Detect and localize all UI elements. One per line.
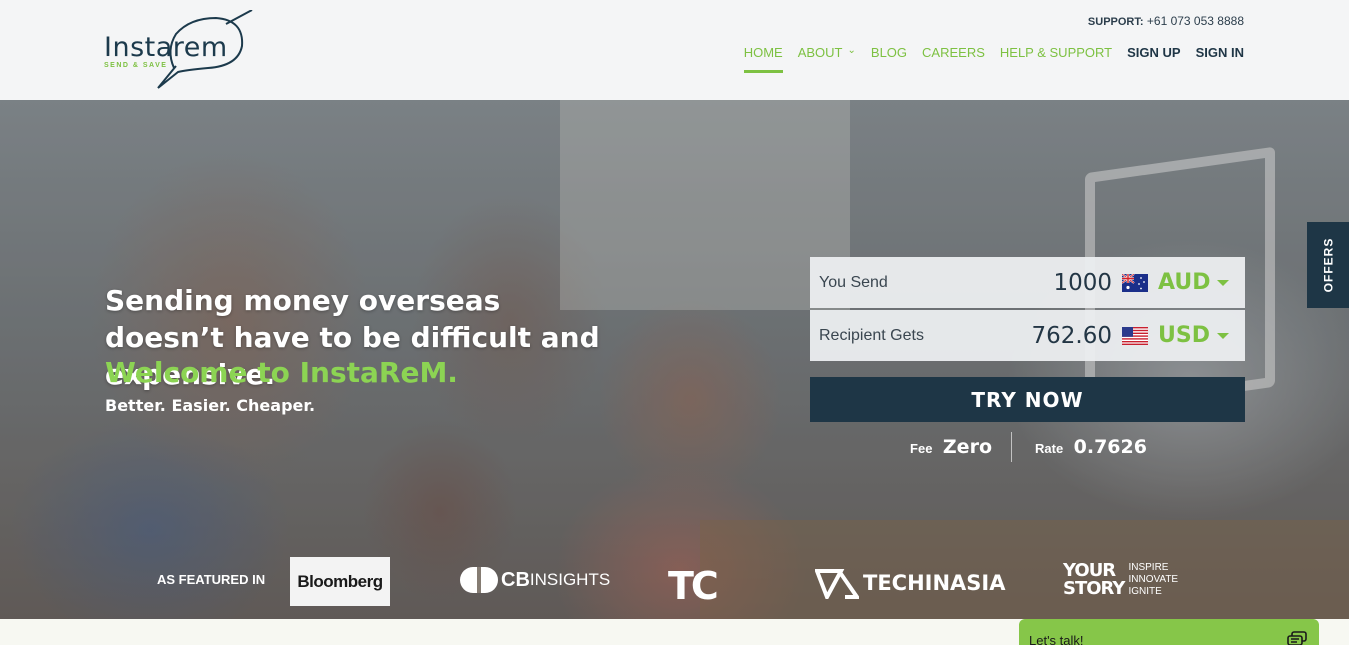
support-phone[interactable]: +61 073 053 8888 — [1147, 14, 1244, 28]
offers-tab[interactable]: OFFERS — [1307, 222, 1349, 308]
try-now-button[interactable]: TRY NOW — [810, 377, 1245, 422]
fee-info: Fee Zero — [910, 436, 992, 458]
fee-rate-info: Fee Zero Rate 0.7626 — [810, 432, 1245, 462]
australia-flag-icon — [1122, 273, 1148, 292]
techinasia-mark-icon — [815, 569, 859, 599]
techinasia-logo[interactable]: TECHINASIA — [815, 567, 1006, 599]
nav-home[interactable]: HOME — [743, 44, 783, 73]
recipient-amount-input[interactable]: 762.60 — [1032, 323, 1112, 349]
send-amount-row: You Send 1000 AUD — [810, 257, 1245, 308]
techcrunch-logo[interactable]: TC — [668, 564, 719, 608]
recipient-currency-dropdown-icon[interactable] — [1217, 332, 1229, 339]
recipient-currency[interactable]: USD — [1158, 323, 1210, 348]
yourstory-sub-line2: INNOVATE — [1128, 574, 1179, 585]
nav-about[interactable]: ABOUT ⌄ — [798, 44, 856, 73]
yourstory-sub: INSPIRE INNOVATE IGNITE — [1128, 562, 1178, 598]
techinasia-text: TECHINASIA — [863, 571, 1006, 595]
chat-widget[interactable]: Let's talk! — [1019, 619, 1319, 645]
send-label: You Send — [819, 273, 888, 291]
cb-insights-mark-icon — [460, 567, 498, 593]
support-label: SUPPORT: — [1087, 16, 1144, 28]
nav-careers[interactable]: CAREERS — [922, 44, 985, 73]
cb-insights-main: CB — [501, 568, 530, 591]
yourstory-sub-line1: INSPIRE — [1128, 562, 1169, 573]
offers-label: OFFERS — [1321, 237, 1336, 293]
nav-about-label: ABOUT — [797, 45, 843, 60]
nav-blog[interactable]: BLOG — [871, 44, 907, 73]
nav-help-support[interactable]: HELP & SUPPORT — [1000, 44, 1112, 73]
send-amount-input[interactable]: 1000 — [1053, 270, 1112, 296]
rate-info: Rate 0.7626 — [1035, 436, 1147, 458]
bloomberg-logo[interactable]: Bloomberg — [290, 557, 390, 606]
send-currency-dropdown-icon[interactable] — [1217, 279, 1229, 286]
nav-sign-in[interactable]: SIGN IN — [1196, 44, 1244, 73]
recipient-amount-row: Recipient Gets 762.60 USD — [810, 310, 1245, 361]
hero-welcome: Welcome to InstaReM. — [105, 356, 458, 389]
chevron-down-icon: ⌄ — [847, 45, 856, 56]
chat-label: Let's talk! — [1029, 633, 1084, 645]
yourstory-logo[interactable]: YOUR STORY INSPIRE INNOVATE IGNITE — [1063, 562, 1178, 598]
fee-rate-divider — [1011, 432, 1012, 462]
main-nav: HOME ABOUT ⌄ BLOG CAREERS HELP & SUPPORT… — [729, 44, 1244, 73]
usa-flag-icon — [1122, 326, 1148, 345]
rate-value: 0.7626 — [1073, 436, 1147, 458]
yourstory-main-line2: STORY — [1063, 578, 1125, 599]
featured-label: AS FEATURED IN — [157, 572, 266, 587]
fee-label: Fee — [910, 441, 933, 456]
site-header: Instarem SEND & SAVE SUPPORT: +61 073 05… — [0, 0, 1349, 100]
recipient-label: Recipient Gets — [819, 326, 924, 344]
yourstory-main: YOUR STORY — [1063, 562, 1125, 599]
nav-sign-up[interactable]: SIGN UP — [1127, 44, 1180, 73]
instarem-logo[interactable]: Instarem SEND & SAVE — [104, 10, 264, 90]
logo-tagline: SEND & SAVE — [104, 62, 168, 69]
yourstory-sub-line3: IGNITE — [1128, 586, 1162, 597]
cb-insights-rest: INSIGHTS — [529, 570, 611, 589]
fee-value: Zero — [942, 436, 992, 458]
logo-wordmark: Instarem — [104, 32, 228, 63]
rate-label: Rate — [1035, 441, 1064, 456]
send-currency[interactable]: AUD — [1158, 270, 1210, 295]
support-contact: SUPPORT: +61 073 053 8888 — [1088, 14, 1244, 28]
chat-bubbles-icon — [1287, 631, 1307, 645]
hero-tagline: Better. Easier. Cheaper. — [105, 396, 316, 415]
hero-banner: Sending money overseas doesn’t have to b… — [0, 100, 1349, 619]
cb-insights-logo[interactable]: CB INSIGHTS — [460, 567, 610, 593]
